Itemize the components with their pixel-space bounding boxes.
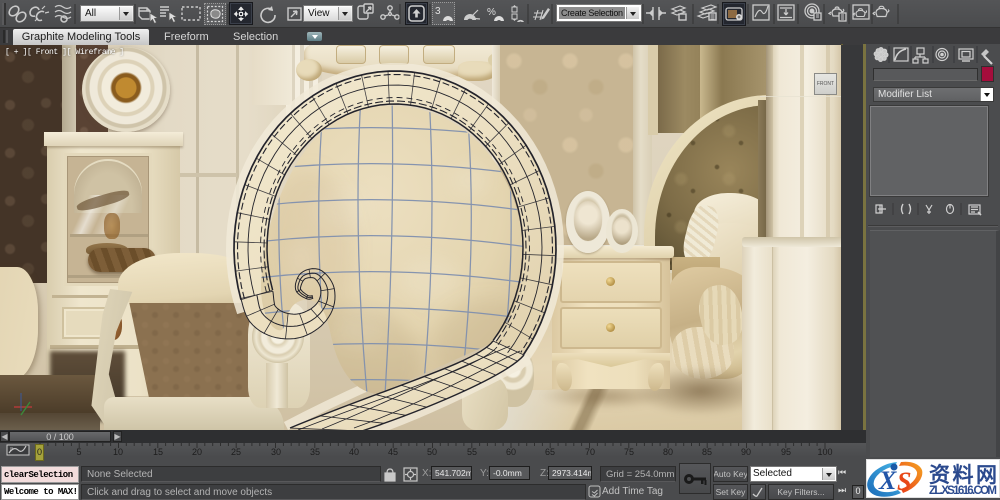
svg-text:ZL.XS1616.COM: ZL.XS1616.COM — [929, 485, 997, 497]
svg-text:X: X — [878, 466, 897, 495]
svg-text:资料网: 资料网 — [929, 464, 997, 487]
svg-text:S: S — [897, 467, 911, 496]
